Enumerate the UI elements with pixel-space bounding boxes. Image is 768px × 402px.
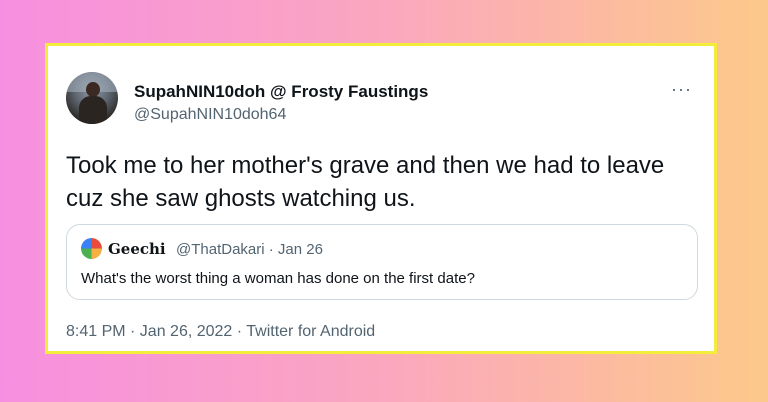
quoted-user-meta: @ThatDakari · Jan 26 bbox=[176, 241, 323, 258]
quoted-tweet-text: What's the worst thing a woman has done … bbox=[81, 270, 475, 287]
tweet-timestamp[interactable]: 8:41 PM · Jan 26, 2022 · Twitter for And… bbox=[66, 323, 375, 341]
tweet-timestamp-text[interactable]: 8:41 PM · Jan 26, 2022 · Twitter for And… bbox=[66, 323, 375, 340]
quoted-tweet[interactable]: Geechi @ThatDakari · Jan 26 What's the w… bbox=[66, 224, 698, 300]
user-avatar[interactable] bbox=[66, 72, 118, 124]
tweet-card: SupahNIN10doh @ Frosty Faustings @SupahN… bbox=[45, 43, 717, 354]
avatar-head bbox=[86, 82, 100, 97]
user-display-name[interactable]: SupahNIN10doh @ Frosty Faustings bbox=[134, 82, 428, 102]
user-handle[interactable]: @SupahNIN10doh64 bbox=[134, 106, 286, 124]
more-horizontal-icon[interactable]: ··· bbox=[671, 79, 692, 100]
quoted-user-name[interactable]: Geechi bbox=[108, 240, 166, 258]
tweet-text: Took me to her mother's grave and then w… bbox=[66, 152, 665, 212]
quoted-user-avatar[interactable] bbox=[81, 238, 102, 259]
avatar-body bbox=[79, 96, 107, 124]
